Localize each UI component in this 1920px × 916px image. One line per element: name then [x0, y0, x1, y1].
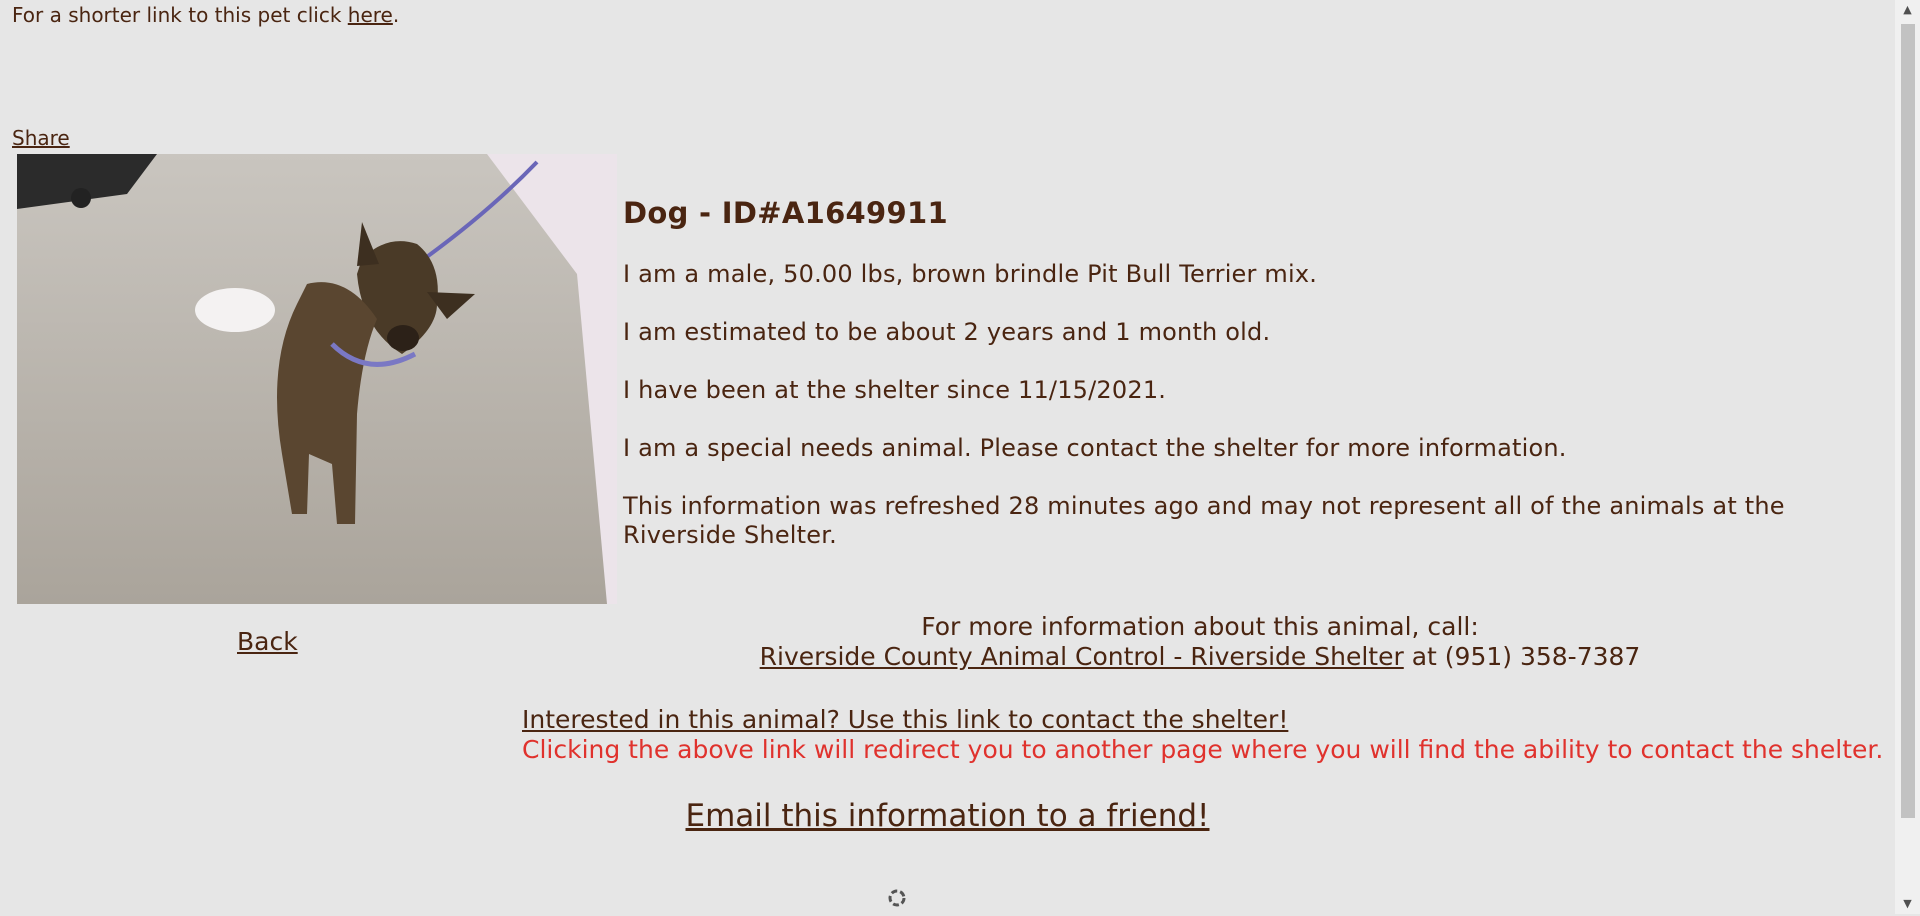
refresh-note: This information was refreshed 28 minute…	[623, 492, 1785, 549]
share-link[interactable]: Share	[12, 126, 70, 150]
email-section: Email this information to a friend!	[0, 798, 1895, 834]
animal-shelter-since: I have been at the shelter since 11/15/2…	[623, 376, 1167, 404]
scroll-up-icon[interactable]: ▲	[1895, 0, 1920, 20]
loading-spinner-icon	[888, 886, 906, 916]
special-needs-note: I am a special needs animal. Please cont…	[623, 434, 1567, 462]
email-friend-link[interactable]: Email this information to a friend!	[686, 798, 1210, 834]
pet-photo	[17, 154, 617, 604]
call-info: For more information about this animal, …	[700, 612, 1700, 672]
back-link[interactable]: Back	[237, 627, 298, 656]
contact-shelter-link[interactable]: Interested in this animal? Use this link…	[522, 705, 1288, 734]
short-link-here[interactable]: here	[348, 3, 393, 27]
short-link-suffix: .	[392, 3, 400, 27]
animal-age: I am estimated to be about 2 years and 1…	[623, 318, 1271, 346]
short-link-prefix: For a shorter link to this pet click	[12, 3, 348, 27]
contact-section: Interested in this animal? Use this link…	[522, 705, 1883, 765]
call-line: Riverside County Animal Control - Rivers…	[700, 642, 1700, 672]
scrollbar-thumb[interactable]	[1901, 24, 1915, 818]
redirect-note: Clicking the above link will redirect yo…	[522, 735, 1884, 764]
short-link-line: For a shorter link to this pet click her…	[12, 3, 399, 27]
scroll-down-icon[interactable]: ▼	[1895, 894, 1920, 914]
shelter-link[interactable]: Riverside County Animal Control - Rivers…	[760, 642, 1404, 671]
vertical-scrollbar[interactable]: ▲ ▼	[1895, 0, 1920, 914]
shelter-phone: at (951) 358-7387	[1403, 642, 1641, 671]
animal-title: Dog - ID#A1649911	[623, 196, 948, 230]
animal-info: Dog - ID#A1649911 I am a male, 50.00 lbs…	[623, 196, 1803, 579]
call-intro: For more information about this animal, …	[921, 612, 1479, 641]
animal-description: I am a male, 50.00 lbs, brown brindle Pi…	[623, 260, 1318, 288]
